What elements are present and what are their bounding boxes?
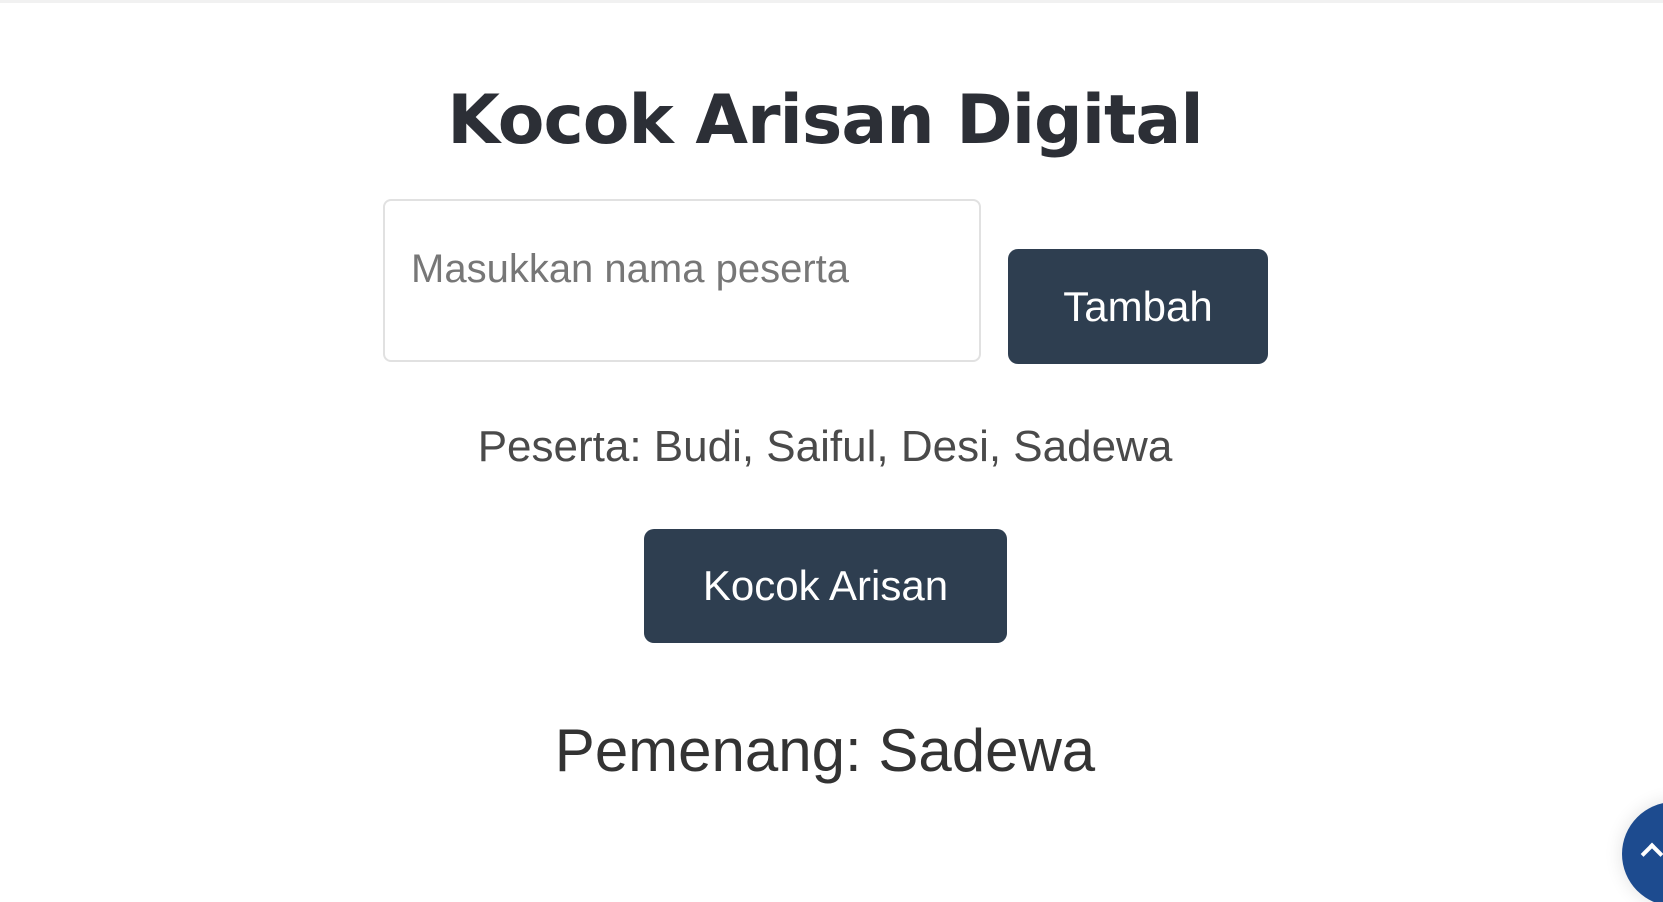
page-title: Kocok Arisan Digital [447, 81, 1204, 160]
winner-result: Pemenang: Sadewa [554, 717, 1096, 784]
app-page: Kocok Arisan Digital Tambah Peserta: Bud… [0, 0, 1663, 902]
main-content: Kocok Arisan Digital Tambah Peserta: Bud… [0, 0, 1663, 902]
chevron-up-icon [1640, 842, 1663, 866]
participant-name-input[interactable] [383, 199, 981, 362]
add-participant-button[interactable]: Tambah [1008, 249, 1268, 364]
participants-list: Peserta: Budi, Saiful, Desi, Sadewa [477, 422, 1173, 471]
draw-arisan-button[interactable]: Kocok Arisan [644, 529, 1007, 643]
